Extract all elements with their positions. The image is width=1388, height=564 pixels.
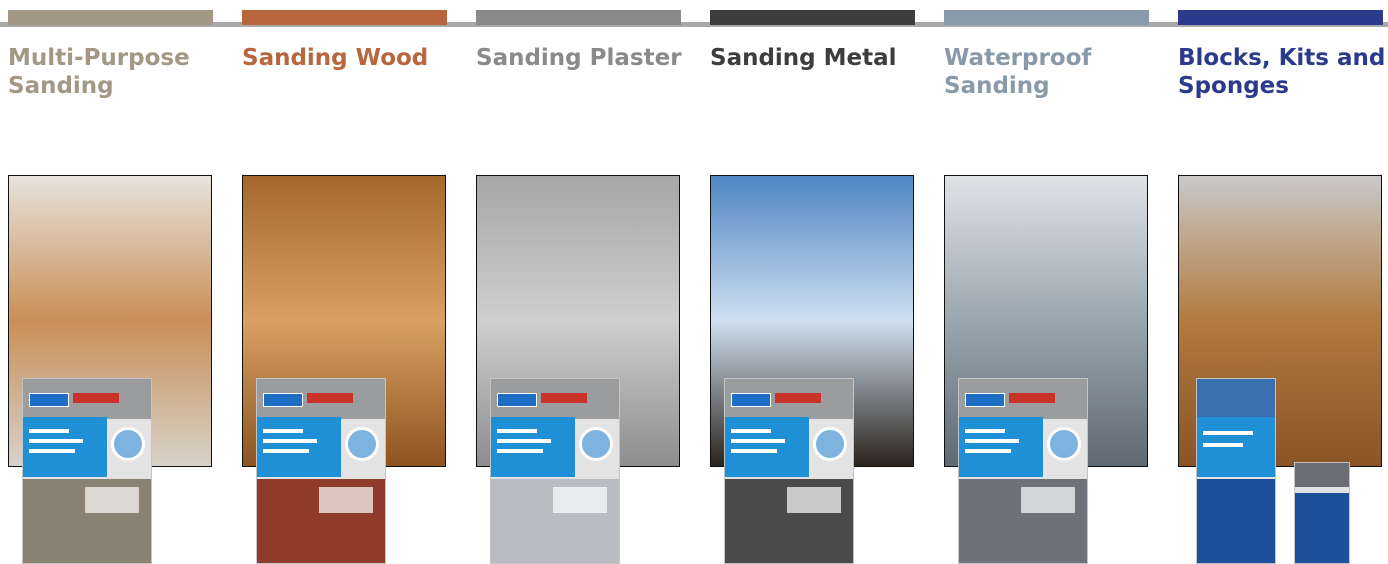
brand-logo-icon bbox=[29, 393, 69, 407]
product-pack-image[interactable] bbox=[724, 378, 854, 564]
category-sanding-plaster[interactable]: Sanding Plaster bbox=[468, 0, 688, 564]
category-waterproof-sanding[interactable]: Waterproof Sanding bbox=[936, 0, 1156, 564]
category-color-bar bbox=[476, 10, 681, 25]
product-pack-image[interactable] bbox=[490, 378, 620, 564]
category-sanding-wood[interactable]: Sanding Wood bbox=[234, 0, 454, 564]
brand-logo-icon bbox=[965, 393, 1005, 407]
category-multi-purpose-sanding[interactable]: Multi-Purpose Sanding bbox=[0, 0, 220, 564]
sanding-disc-icon bbox=[345, 427, 379, 461]
category-color-bar bbox=[944, 10, 1149, 25]
sanding-disc-icon bbox=[111, 427, 145, 461]
category-color-bar bbox=[710, 10, 915, 25]
sanding-disc-icon bbox=[579, 427, 613, 461]
category-color-bar bbox=[8, 10, 213, 25]
category-title[interactable]: Multi-Purpose Sanding bbox=[8, 44, 218, 100]
category-title[interactable]: Sanding Plaster bbox=[476, 44, 686, 72]
category-title[interactable]: Blocks, Kits and Sponges bbox=[1178, 44, 1388, 100]
category-sanding-metal[interactable]: Sanding Metal bbox=[702, 0, 922, 564]
category-color-bar bbox=[242, 10, 447, 25]
category-title[interactable]: Sanding Wood bbox=[242, 44, 452, 72]
sponge-pack-image[interactable] bbox=[1294, 462, 1350, 564]
product-pack-image[interactable] bbox=[958, 378, 1088, 564]
product-pack-image[interactable] bbox=[256, 378, 386, 564]
sanding-disc-icon bbox=[813, 427, 847, 461]
brand-logo-icon bbox=[497, 393, 537, 407]
sanding-block-pack-image[interactable] bbox=[1196, 378, 1276, 564]
category-color-bar bbox=[1178, 10, 1383, 25]
category-blocks-kits-and-sponges[interactable]: Blocks, Kits and Sponges bbox=[1170, 0, 1388, 564]
category-title[interactable]: Sanding Metal bbox=[710, 44, 920, 72]
category-title[interactable]: Waterproof Sanding bbox=[944, 44, 1154, 100]
sanding-disc-icon bbox=[1047, 427, 1081, 461]
product-pack-image[interactable] bbox=[22, 378, 152, 564]
brand-logo-icon bbox=[263, 393, 303, 407]
brand-logo-icon bbox=[731, 393, 771, 407]
